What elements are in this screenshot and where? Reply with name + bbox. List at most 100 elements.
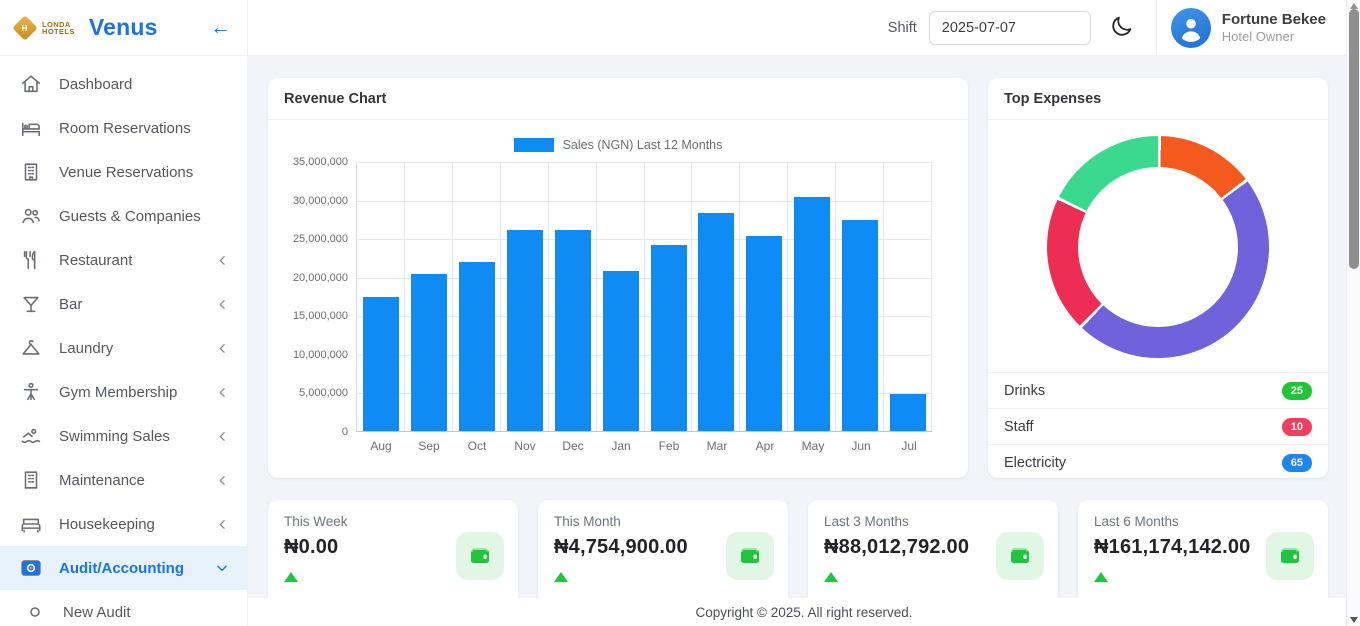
bar-column-jan (597, 162, 645, 431)
sidebar-item-label: Venue Reservations (59, 164, 193, 181)
bar-oct[interactable] (459, 262, 495, 431)
expense-badge: 65 (1282, 454, 1312, 472)
bar-column-jun (836, 162, 884, 431)
avatar (1171, 8, 1211, 48)
chevron-left-icon (216, 518, 229, 531)
plot-area (356, 162, 932, 432)
bar-jul[interactable] (890, 394, 926, 431)
sidebar-item-label: Guests & Companies (59, 208, 201, 225)
gym-icon (20, 381, 42, 403)
expense-row-drinks[interactable]: Drinks25 (988, 373, 1328, 409)
sidebar-item-bar[interactable]: Bar (0, 282, 247, 326)
home-icon (20, 73, 42, 95)
dashboard-content: Revenue Chart Sales (NGN) Last 12 Months… (248, 56, 1360, 626)
bar-aug[interactable] (363, 297, 399, 431)
sidebar-item-audit-accounting[interactable]: Audit/Accounting (0, 546, 247, 590)
sidebar-nav: Dashboard Room Reservations Venue Reservat… (0, 56, 247, 626)
scroll-down-icon[interactable] (1350, 617, 1358, 623)
page-scrollbar[interactable] (1346, 0, 1360, 626)
user-name: Fortune Bekee (1222, 11, 1326, 29)
expense-badge: 25 (1282, 382, 1312, 400)
footer: Copyright © 2025. All right reserved. (248, 598, 1360, 626)
x-tick-label: Apr (741, 439, 789, 453)
bar-may[interactable] (794, 197, 830, 432)
chevron-left-icon (216, 342, 229, 355)
x-tick-label: May (789, 439, 837, 453)
y-tick-label: 15,000,000 (293, 310, 348, 322)
people-icon (20, 205, 42, 227)
sidebar-item-room-reservations[interactable]: Room Reservations (0, 106, 247, 150)
sidebar-item-restaurant[interactable]: Restaurant (0, 238, 247, 282)
building2-icon (20, 469, 42, 491)
sidebar-item-label: New Audit (63, 604, 131, 621)
building-icon (20, 161, 42, 183)
legend-swatch (514, 138, 554, 152)
stat-label: Last 6 Months (1094, 514, 1312, 529)
bar-column-sep (405, 162, 453, 431)
chevron-left-icon (216, 254, 229, 267)
donut-zone (988, 120, 1328, 372)
sidebar-item-maintenance[interactable]: Maintenance (0, 458, 247, 502)
bed-icon (20, 117, 42, 139)
bar-nov[interactable] (507, 230, 543, 431)
expense-list: Drinks25 Staff 10 Electricity65 (988, 372, 1328, 481)
topbar-divider (1156, 0, 1157, 56)
expenses-donut-chart[interactable] (1047, 136, 1269, 358)
copyright-text: Copyright © 2025. All right reserved. (695, 605, 912, 620)
trend-up-icon (1094, 572, 1108, 582)
sidebar-item-swimming-sales[interactable]: Swimming Sales (0, 414, 247, 458)
stat-label: This Month (554, 514, 772, 529)
stat-label: This Week (284, 514, 502, 529)
sidebar-collapse-icon[interactable]: ← (210, 17, 231, 38)
user-menu[interactable]: Fortune Bekee Hotel Owner (1171, 8, 1326, 48)
wallet-icon (996, 532, 1044, 580)
x-tick-label: Feb (645, 439, 693, 453)
bar-column-feb (645, 162, 693, 431)
expense-badge: 10 (1282, 418, 1312, 436)
x-tick-label: Sep (405, 439, 453, 453)
expense-label: Staff (1004, 419, 1034, 435)
bar-dec[interactable] (555, 230, 591, 431)
y-tick-label: 0 (342, 426, 348, 438)
sidebar-item-label: Gym Membership (59, 384, 177, 401)
expense-row-staff[interactable]: Staff 10 (988, 409, 1328, 445)
bar-feb[interactable] (651, 245, 687, 431)
bar-mar[interactable] (698, 213, 734, 431)
wallet-icon (726, 532, 774, 580)
sidebar-item-guests-companies[interactable]: Guests & Companies (0, 194, 247, 238)
sidebar-item-label: Bar (59, 296, 82, 313)
expense-row-electricity[interactable]: Electricity65 (988, 445, 1328, 481)
sidebar-item-new-audit[interactable]: New Audit (0, 590, 247, 626)
sidebar-item-venue-reservations[interactable]: Venue Reservations (0, 150, 247, 194)
stat-label: Last 3 Months (824, 514, 1042, 529)
hotel-logo-text: LONDA HOTELS (42, 21, 75, 35)
legend-label: Sales (NGN) Last 12 Months (563, 138, 723, 152)
app-title: Venus (89, 14, 158, 41)
bar-jan[interactable] (603, 271, 639, 431)
bar-column-mar (692, 162, 740, 431)
chevron-left-icon (216, 386, 229, 399)
x-tick-label: Mar (693, 439, 741, 453)
dark-mode-toggle[interactable] (1109, 14, 1134, 42)
bar-apr[interactable] (746, 236, 782, 431)
topbar: Shift Fortune Bekee Hotel Owner (248, 0, 1360, 56)
bar-jun[interactable] (842, 220, 878, 431)
sidebar-item-label: Audit/Accounting (59, 560, 184, 577)
hotel-logo-icon: H (12, 15, 37, 40)
shift-date-input[interactable] (929, 11, 1091, 45)
scrollbar-thumb[interactable] (1349, 9, 1359, 269)
audit-icon (20, 557, 42, 579)
sidebar-item-laundry[interactable]: Laundry (0, 326, 247, 370)
chart-legend[interactable]: Sales (NGN) Last 12 Months (268, 138, 968, 152)
chevron-left-icon (216, 430, 229, 443)
bar-column-dec (549, 162, 597, 431)
top-expenses-title: Top Expenses (988, 78, 1328, 120)
sidebar-item-label: Dashboard (59, 76, 132, 93)
sidebar-item-gym-membership[interactable]: Gym Membership (0, 370, 247, 414)
x-axis: AugSepOctNovDecJanFebMarAprMayJunJul (356, 432, 968, 453)
x-tick-label: Aug (357, 439, 405, 453)
sidebar-item-housekeeping[interactable]: Housekeeping (0, 502, 247, 546)
x-tick-label: Jan (597, 439, 645, 453)
bar-sep[interactable] (411, 274, 447, 431)
sidebar-item-dashboard[interactable]: Dashboard (0, 62, 247, 106)
